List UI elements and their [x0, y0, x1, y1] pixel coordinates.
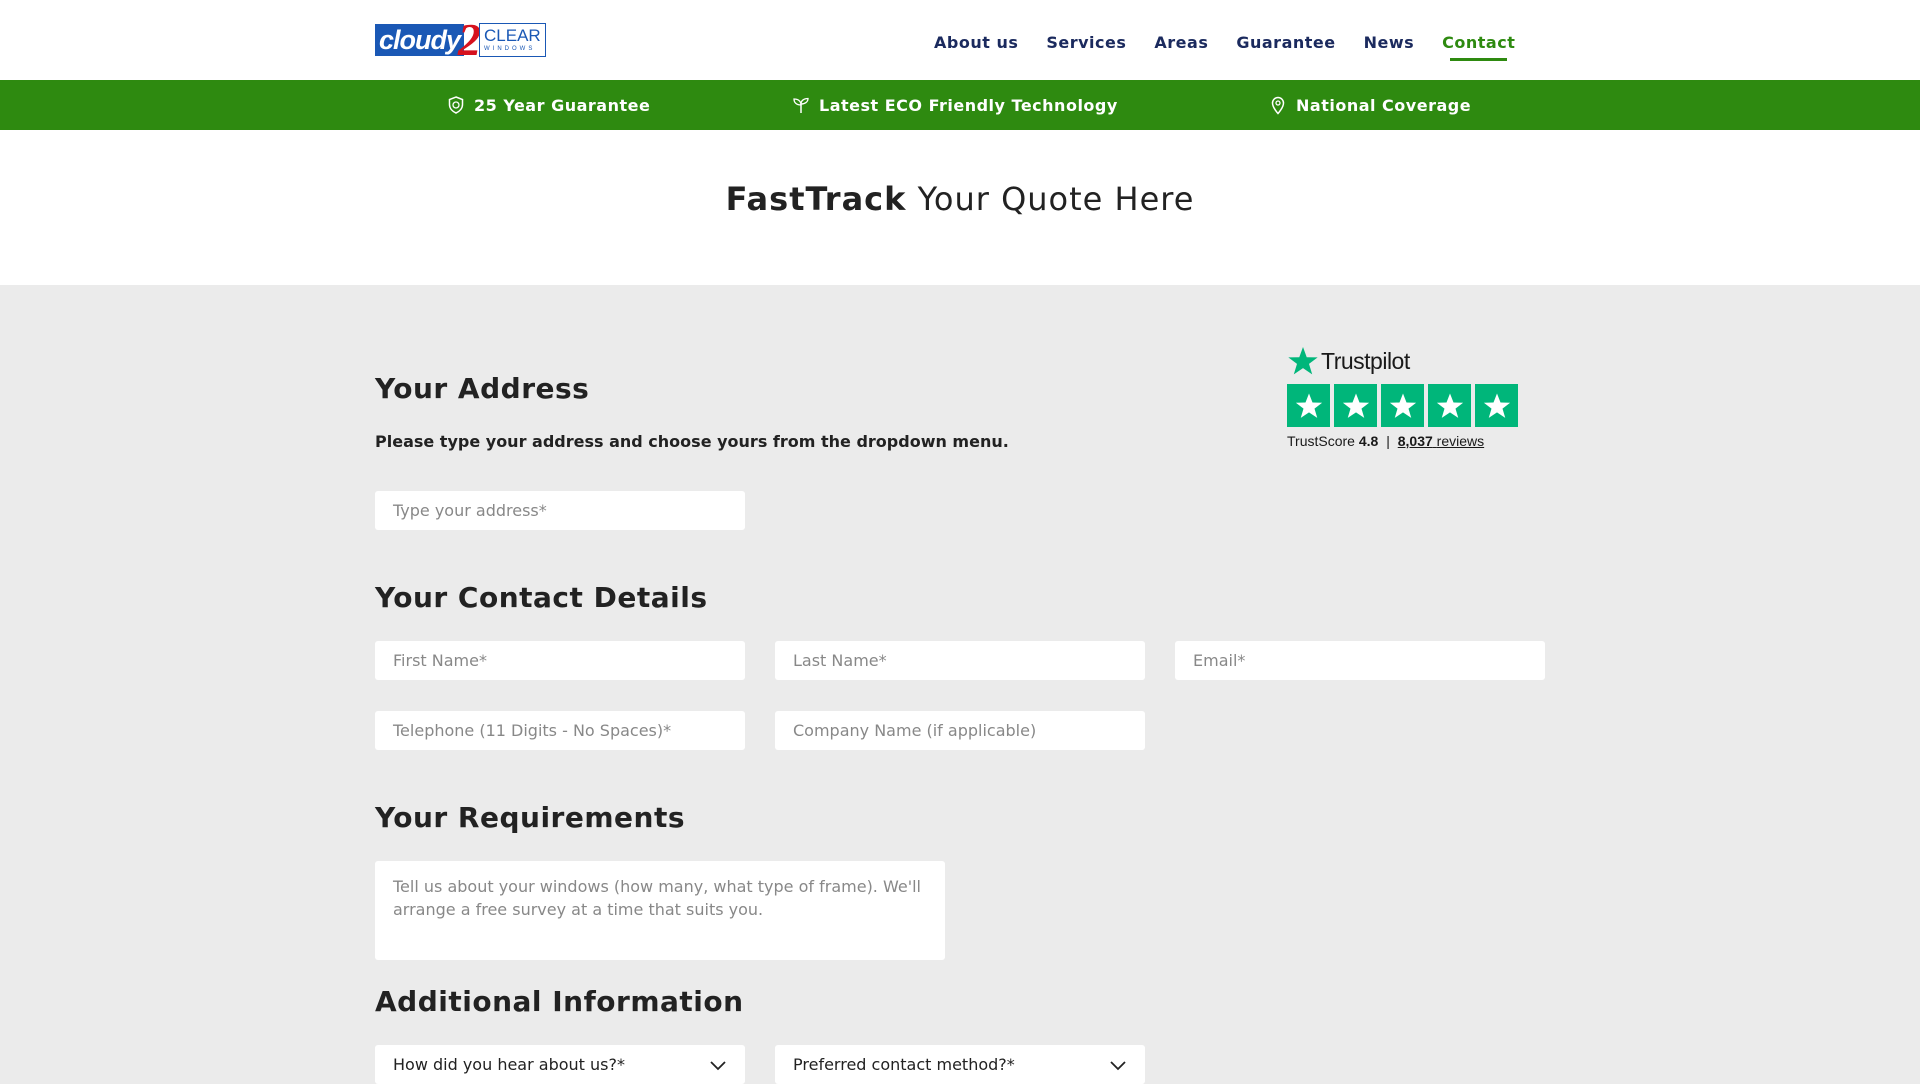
trustpilot-widget[interactable]: Trustpilot TrustScore 4.8 | 8,037 review…: [1287, 344, 1520, 449]
benefit-guarantee: 25 Year Guarantee: [446, 80, 650, 130]
reviews-label: reviews: [1436, 433, 1485, 449]
last-name-field[interactable]: Last Name*: [775, 641, 1145, 680]
nav-item-news[interactable]: News: [1364, 33, 1415, 52]
nav-item-contact[interactable]: Contact: [1442, 33, 1515, 61]
benefit-label: 25 Year Guarantee: [474, 95, 651, 115]
benefits-bar: 25 Year Guarantee Latest ECO Friendly Te…: [0, 80, 1920, 130]
logo-word-cloudy: cloudy: [375, 24, 465, 56]
chevron-down-icon: [1110, 1060, 1126, 1070]
nav-item-services[interactable]: Services: [1046, 33, 1126, 52]
address-input[interactable]: Type your address*: [375, 491, 745, 530]
address-section-title: Your Address: [375, 372, 590, 405]
site-header: cloudy 2 CLEAR WINDOWS About us Services…: [0, 0, 1920, 80]
logo-number-2: 2: [458, 14, 482, 65]
trustscore-label: TrustScore: [1287, 433, 1355, 449]
site-logo[interactable]: cloudy 2 CLEAR WINDOWS: [375, 14, 562, 65]
first-name-placeholder: First Name*: [393, 651, 487, 670]
nav-item-areas[interactable]: Areas: [1154, 33, 1208, 52]
star-icon: [1428, 384, 1471, 427]
trustpilot-logo: Trustpilot: [1287, 344, 1520, 378]
leaf-sprout-icon: [793, 97, 809, 113]
reviews-count: 8,037: [1397, 433, 1433, 449]
address-hint: Please type your address and choose your…: [375, 432, 1009, 451]
page-title: FastTrack Your Quote Here: [0, 180, 1920, 218]
trustpilot-stars: [1287, 384, 1520, 427]
trustscore-line: TrustScore 4.8 | 8,037 reviews: [1287, 433, 1520, 449]
benefit-coverage: National Coverage: [1268, 80, 1471, 130]
star-icon: [1381, 384, 1424, 427]
contact-method-select[interactable]: Preferred contact method?*: [775, 1045, 1145, 1084]
trustpilot-star-icon: [1288, 347, 1318, 375]
company-name-placeholder: Company Name (if applicable): [793, 721, 1037, 740]
requirements-placeholder: Tell us about your windows (how many, wh…: [393, 877, 921, 919]
company-name-field[interactable]: Company Name (if applicable): [775, 711, 1145, 750]
email-field[interactable]: Email*: [1175, 641, 1545, 680]
star-icon: [1334, 384, 1377, 427]
telephone-placeholder: Telephone (11 Digits - No Spaces)*: [393, 721, 672, 740]
email-placeholder: Email*: [1193, 651, 1246, 670]
logo-word-clear: CLEAR: [484, 26, 541, 45]
trustscore-value: 4.8: [1358, 433, 1379, 449]
page-title-rest: Your Quote Here: [906, 180, 1195, 218]
contact-method-value: Preferred contact method?*: [793, 1055, 1015, 1074]
last-name-placeholder: Last Name*: [793, 651, 887, 670]
nav-item-about-us[interactable]: About us: [934, 33, 1018, 52]
contact-section-title: Your Contact Details: [375, 581, 708, 614]
star-icon: [1475, 384, 1518, 427]
hear-about-us-value: How did you hear about us?*: [393, 1055, 625, 1074]
requirements-section-title: Your Requirements: [375, 801, 686, 834]
main-nav: About us Services Areas Guarantee News C…: [934, 33, 1515, 61]
trustpilot-brand: Trustpilot: [1321, 347, 1410, 374]
telephone-field[interactable]: Telephone (11 Digits - No Spaces)*: [375, 711, 745, 750]
star-icon: [1287, 384, 1330, 427]
chevron-down-icon: [710, 1060, 726, 1070]
nav-item-guarantee[interactable]: Guarantee: [1236, 33, 1335, 52]
hear-about-us-select[interactable]: How did you hear about us?*: [375, 1045, 745, 1084]
map-pin-icon: [1271, 96, 1285, 115]
trustscore-separator: |: [1386, 433, 1390, 449]
additional-section-title: Additional Information: [375, 985, 744, 1018]
requirements-textarea[interactable]: Tell us about your windows (how many, wh…: [375, 861, 945, 960]
hero-section: FastTrack Your Quote Here: [0, 130, 1920, 285]
first-name-field[interactable]: First Name*: [375, 641, 745, 680]
shield-icon: [448, 96, 464, 114]
benefit-label: Latest ECO Friendly Technology: [819, 95, 1118, 115]
address-input-placeholder: Type your address*: [393, 501, 547, 520]
logo-clear-box: CLEAR WINDOWS: [479, 23, 546, 57]
page-title-bold: FastTrack: [725, 180, 907, 218]
benefit-label: National Coverage: [1296, 95, 1472, 115]
benefit-eco: Latest ECO Friendly Technology: [791, 80, 1118, 130]
reviews-link[interactable]: 8,037 reviews: [1398, 433, 1484, 449]
logo-word-windows: WINDOWS: [484, 46, 536, 52]
